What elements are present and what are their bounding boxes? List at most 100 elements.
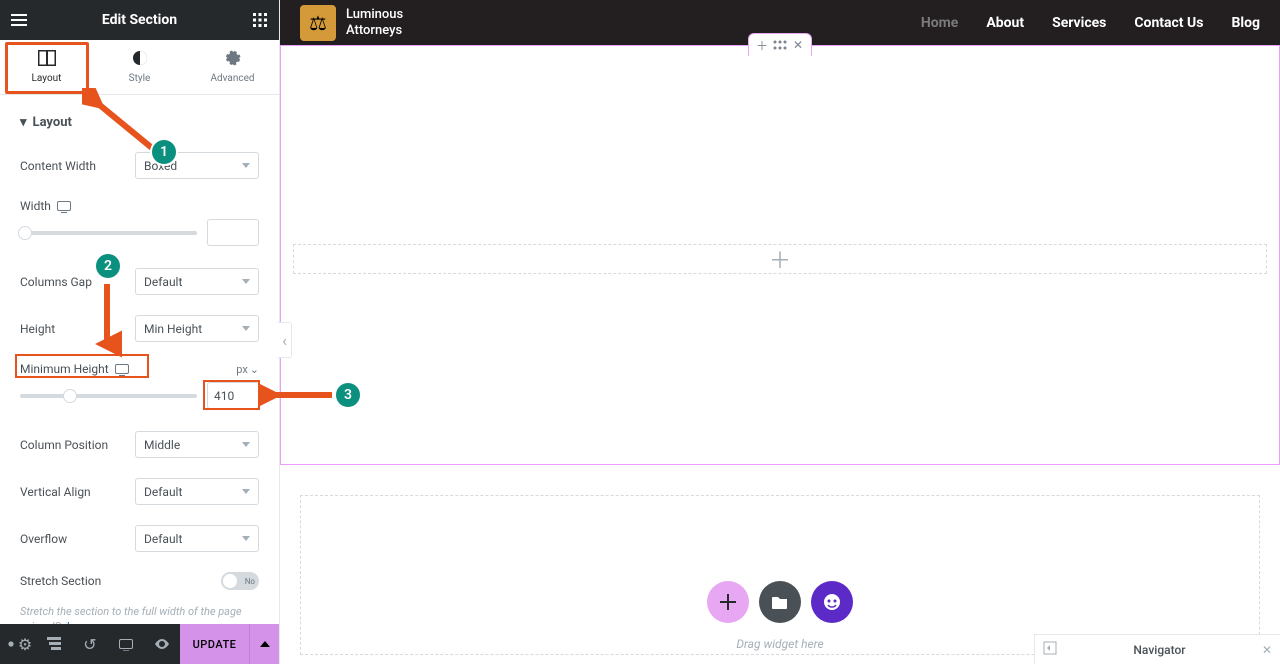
control-column-position: Column Position Middle xyxy=(20,421,259,468)
stretch-label: Stretch Section xyxy=(20,574,101,588)
update-button[interactable]: UPDATE xyxy=(180,624,249,664)
panel-title: Edit Section xyxy=(102,12,177,28)
apps-icon[interactable] xyxy=(251,11,269,29)
responsive-mode-icon[interactable] xyxy=(108,624,144,664)
overflow-value: Default xyxy=(144,532,182,546)
column-position-label: Column Position xyxy=(20,438,108,452)
drop-buttons xyxy=(707,581,853,623)
columns-gap-select[interactable]: Default xyxy=(135,268,259,295)
column-position-select[interactable]: Middle xyxy=(135,431,259,458)
caret-icon xyxy=(242,536,250,541)
collapse-panel-button[interactable]: ‹ xyxy=(278,322,292,358)
nav-home[interactable]: Home xyxy=(921,15,958,31)
collapse-navigator-icon[interactable] xyxy=(1043,641,1057,658)
preview-icon[interactable] xyxy=(144,624,180,664)
gear-icon xyxy=(225,50,241,69)
responsive-icon[interactable] xyxy=(115,364,129,374)
nav-services[interactable]: Services xyxy=(1052,15,1106,31)
navigator-title: Navigator xyxy=(1065,643,1254,657)
panel-tabs: Layout Style Advanced xyxy=(0,40,279,95)
empty-column[interactable]: ＋ xyxy=(293,244,1267,274)
nav-contact[interactable]: Contact Us xyxy=(1134,15,1203,31)
tab-layout[interactable]: Layout xyxy=(0,40,93,94)
content-width-label: Content Width xyxy=(20,159,96,173)
drag-section-icon[interactable] xyxy=(771,36,789,54)
stretch-helptext: Stretch the section to the full width of… xyxy=(20,600,259,624)
section-layout-label: Layout xyxy=(33,115,72,130)
menu-icon[interactable] xyxy=(10,11,28,29)
caret-icon xyxy=(242,279,250,284)
min-height-input[interactable] xyxy=(207,382,259,409)
section-layout-toggle[interactable]: ▾ Layout xyxy=(20,95,259,142)
control-width: Width xyxy=(20,189,259,215)
min-height-label-text: Minimum Height xyxy=(20,362,109,376)
editor-panel: Edit Section Layout Style Advanced ▾ Lay… xyxy=(0,0,280,664)
control-min-height: Minimum Height px⌄ xyxy=(20,352,259,378)
caret-icon xyxy=(242,489,250,494)
min-height-slider[interactable] xyxy=(20,394,197,398)
panel-header: Edit Section xyxy=(0,0,279,40)
overflow-select[interactable]: Default xyxy=(135,525,259,552)
control-height: Height Min Height xyxy=(20,305,259,352)
min-height-label: Minimum Height xyxy=(20,362,129,376)
tab-advanced[interactable]: Advanced xyxy=(186,40,279,94)
add-section-icon[interactable]: ＋ xyxy=(753,36,771,54)
responsive-icon[interactable] xyxy=(57,201,71,211)
site-nav: Home About Services Contact Us Blog xyxy=(921,15,1260,31)
column-position-value: Middle xyxy=(144,438,180,452)
settings-icon[interactable]: ⚙ xyxy=(0,624,36,664)
width-slider[interactable] xyxy=(20,231,197,235)
update-options[interactable] xyxy=(249,624,279,664)
new-section-area[interactable]: Drag widget here xyxy=(300,495,1260,655)
caret-icon xyxy=(242,442,250,447)
navigator-icon[interactable] xyxy=(36,624,72,664)
canvas: ⚖ LuminousAttorneys Home About Services … xyxy=(280,0,1280,664)
slider-thumb[interactable] xyxy=(63,389,77,403)
tab-style-label: Style xyxy=(129,73,151,84)
vertical-align-select[interactable]: Default xyxy=(135,478,259,505)
vertical-align-label: Vertical Align xyxy=(20,485,91,499)
min-height-unit[interactable]: px⌄ xyxy=(236,363,259,376)
panel-body: ▾ Layout Content Width Boxed Width Colum… xyxy=(0,95,279,624)
caret-icon xyxy=(242,326,250,331)
editing-section[interactable]: ＋ xyxy=(280,45,1280,465)
nav-about[interactable]: About xyxy=(986,15,1024,31)
template-library-button[interactable] xyxy=(759,581,801,623)
ai-button[interactable] xyxy=(811,581,853,623)
slider-thumb[interactable] xyxy=(18,226,32,240)
overflow-label: Overflow xyxy=(20,532,67,546)
brand-logo-icon: ⚖ xyxy=(300,5,336,41)
drop-area: Drag widget here xyxy=(707,581,853,651)
width-input[interactable] xyxy=(207,219,259,246)
history-icon[interactable]: ↺ xyxy=(72,624,108,664)
content-width-select[interactable]: Boxed xyxy=(135,152,259,179)
width-slider-row xyxy=(20,215,259,258)
stretch-toggle[interactable]: No xyxy=(221,572,259,590)
width-label-text: Width xyxy=(20,199,51,213)
tab-layout-label: Layout xyxy=(32,73,62,84)
section-controls: ＋ ✕ xyxy=(748,33,812,56)
chevron-down-icon: ⌄ xyxy=(250,363,259,376)
height-select[interactable]: Min Height xyxy=(135,315,259,342)
control-vertical-align: Vertical Align Default xyxy=(20,468,259,515)
add-widget-icon[interactable]: ＋ xyxy=(768,247,792,271)
site-brand[interactable]: ⚖ LuminousAttorneys xyxy=(300,5,403,41)
remove-section-icon[interactable]: ✕ xyxy=(789,36,807,54)
vertical-align-value: Default xyxy=(144,485,182,499)
caret-icon xyxy=(242,163,250,168)
panel-footer: ⚙ ↺ UPDATE xyxy=(0,624,279,664)
brand-line2: Attorneys xyxy=(346,23,402,38)
tab-style[interactable]: Style xyxy=(93,40,186,94)
close-navigator-icon[interactable]: ✕ xyxy=(1262,643,1272,657)
nav-blog[interactable]: Blog xyxy=(1231,15,1260,31)
columns-gap-value: Default xyxy=(144,275,182,289)
control-content-width: Content Width Boxed xyxy=(20,142,259,189)
add-section-button[interactable] xyxy=(707,581,749,623)
toggle-text: No xyxy=(245,577,255,586)
style-icon xyxy=(132,50,148,69)
control-stretch: Stretch Section No xyxy=(20,562,259,600)
min-height-slider-row xyxy=(20,378,259,421)
control-overflow: Overflow Default xyxy=(20,515,259,562)
tab-advanced-label: Advanced xyxy=(210,73,254,84)
navigator-bar[interactable]: Navigator ✕ xyxy=(1034,634,1280,664)
